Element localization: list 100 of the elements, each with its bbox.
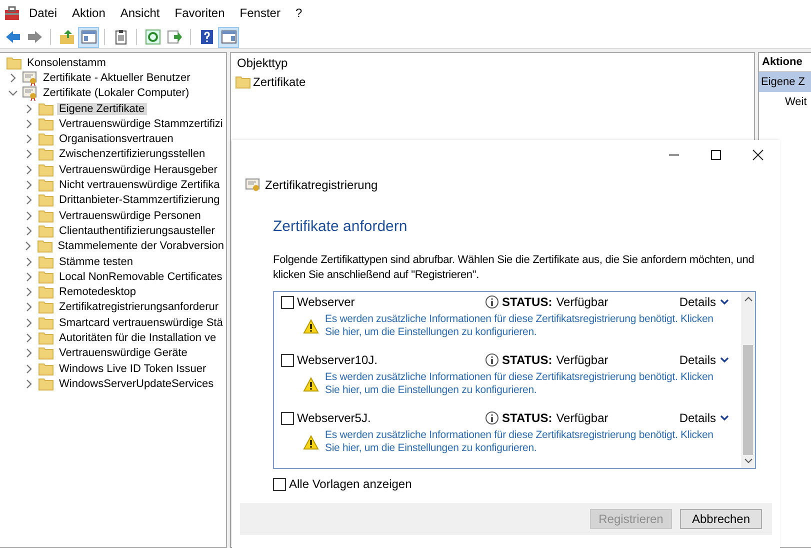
chevron-right-icon[interactable] [8, 72, 18, 83]
configure-link[interactable]: Es werden zusätzliche Informationen für diese Zertifikatsregistrierung benötigt. Klicken Sie hier, um die Einstellungen zu konfigurieren. [325, 313, 729, 339]
folder-icon [38, 300, 54, 314]
tree-item[interactable]: Vertrauenswürdige Herausgeber [57, 164, 220, 176]
configure-link[interactable]: Es werden zusätzliche Informationen für diese Zertifikatsregistrierung benötigt. Klicken Sie hier, um die Einstellungen zu konfigurieren. [325, 429, 729, 455]
folder-icon [38, 208, 54, 223]
checkbox[interactable] [273, 478, 286, 490]
tree-item[interactable]: Windows Live ID Token Issuer [57, 362, 208, 375]
folder-icon [38, 285, 54, 300]
scroll-up-icon[interactable] [744, 296, 752, 302]
chevron-down-icon[interactable] [720, 415, 729, 421]
chevron-right-icon[interactable] [24, 118, 34, 129]
chevron-right-icon[interactable] [24, 318, 34, 328]
chevron-down-icon[interactable] [720, 299, 729, 305]
tree-item[interactable]: Vertrauenswürdige Personen [57, 210, 203, 222]
chevron-right-icon[interactable] [24, 348, 34, 358]
tree-item[interactable]: Autoritäten für die Installation ve [57, 332, 218, 344]
chevron-right-icon[interactable] [24, 134, 34, 144]
chevron-right-icon[interactable] [24, 149, 34, 160]
chevron-down-icon[interactable] [720, 357, 729, 363]
info-icon [485, 353, 499, 367]
checkbox[interactable] [281, 412, 294, 424]
tree-item[interactable]: Vertrauenswürdige Geräte [57, 347, 190, 360]
configure-link[interactable]: Es werden zusätzliche Informationen für diese Zertifikatsregistrierung benötigt. Klicken Sie hier, um die Einstellungen zu konfigurieren. [325, 371, 729, 397]
actions-toggle-button[interactable] [219, 28, 238, 46]
dialog-button[interactable]: Abbrechen [680, 509, 762, 529]
tree-item[interactable]: Remotedesktop [57, 286, 138, 298]
tree-item[interactable]: Zertifikatregistrierungsanforderur [57, 301, 221, 314]
status-value: Verfügbar [556, 295, 610, 309]
tree-item[interactable]: Organisationsvertrauen [57, 133, 176, 146]
tree-item[interactable]: Clientauthentifizierungsausteller [57, 224, 217, 237]
checkbox[interactable] [281, 296, 294, 308]
tree-toggle-button[interactable] [79, 28, 98, 46]
chevron-right-icon[interactable] [24, 364, 34, 374]
chevron-right-icon[interactable] [23, 241, 34, 252]
chevron-right-icon[interactable] [24, 180, 34, 190]
refresh-button[interactable] [143, 28, 162, 46]
menu-item[interactable]: Aktion [72, 6, 106, 20]
chevron-right-icon[interactable] [24, 332, 34, 343]
chevron-right-icon[interactable] [24, 195, 34, 206]
chevron-right-icon[interactable] [24, 287, 34, 298]
chevron-right-icon[interactable] [24, 302, 34, 312]
chevron-right-icon[interactable] [24, 164, 34, 175]
tree-item[interactable]: Zertifikate - Aktueller Benutzer [41, 72, 192, 84]
close-icon[interactable] [752, 149, 764, 161]
menu-item[interactable]: Ansicht [120, 6, 160, 20]
checkbox-label[interactable]: Alle Vorlagen anzeigen [289, 477, 412, 491]
chevron-right-icon[interactable] [24, 378, 34, 389]
chevron-right-icon[interactable] [24, 104, 34, 114]
action-item[interactable]: Eigene Z [759, 72, 811, 92]
checkbox[interactable] [281, 354, 294, 366]
dialog-heading: Zertifikate anfordern [273, 218, 408, 235]
folder-icon [38, 162, 54, 177]
folder-icon [38, 316, 54, 330]
menu-item[interactable]: Datei [29, 6, 58, 20]
chevron-right-icon[interactable] [24, 272, 34, 282]
chevron-down-icon[interactable] [8, 88, 18, 98]
menu-item[interactable]: Favoriten [174, 6, 225, 20]
folder-icon [38, 254, 54, 268]
details-link[interactable]: Details [679, 353, 716, 367]
folder-icon [38, 376, 54, 391]
scroll-down-icon[interactable] [744, 458, 752, 464]
folder-icon [38, 224, 54, 238]
scrollbar[interactable] [741, 292, 755, 468]
tree-item[interactable]: Stämme testen [57, 256, 135, 268]
folder-icon [38, 362, 54, 376]
chevron-right-icon[interactable] [24, 256, 34, 266]
tree-item[interactable]: Local NonRemovable Certificates [57, 270, 224, 283]
menu-item[interactable]: ? [295, 6, 302, 20]
warning-icon [303, 377, 319, 392]
action-item[interactable]: Weit [759, 92, 811, 112]
tree-item[interactable]: WindowsServerUpdateServices [57, 378, 216, 390]
template-name: Webserver5J. [297, 411, 372, 425]
up-folder-button[interactable] [57, 28, 76, 46]
certificate-icon [22, 85, 38, 102]
maximize-icon[interactable] [710, 149, 722, 161]
tree-item[interactable]: Stammelemente der Vorabversion [56, 240, 226, 252]
details-link[interactable]: Details [679, 295, 716, 309]
status-value: Verfügbar [556, 411, 610, 425]
chevron-right-icon[interactable] [24, 226, 34, 236]
tree-item[interactable]: Nicht vertrauenswürdige Zertifika [57, 179, 222, 192]
tree-item[interactable]: Smartcard vertrauenswürdige Stä [57, 316, 225, 329]
tree-item[interactable]: Drittanbieter-Stammzertifizierung [57, 194, 222, 206]
column-header[interactable]: Objekttyp [237, 56, 288, 70]
certificate-icon [22, 70, 38, 86]
tree-item[interactable]: Zertifikate (Lokaler Computer) [41, 87, 192, 100]
list-item[interactable]: Zertifikate [253, 75, 306, 89]
tree-item[interactable]: Vertrauenswürdige Stammzertifizi [57, 118, 225, 130]
export-button[interactable] [165, 28, 184, 46]
menu-item[interactable]: Fenster [240, 6, 280, 20]
chevron-right-icon[interactable] [24, 210, 34, 221]
template-name: Webserver10J. [297, 353, 378, 367]
tree-item[interactable]: Eigene Zertifikate [57, 102, 147, 115]
template-name: Webserver [297, 295, 356, 309]
folder-icon [38, 102, 54, 116]
folder-icon [38, 270, 54, 284]
warning-icon [303, 319, 319, 334]
details-link[interactable]: Details [679, 411, 716, 425]
tree-item[interactable]: Konsolenstamm [25, 56, 108, 69]
tree-item[interactable]: Zwischenzertifizierungsstellen [57, 148, 208, 160]
